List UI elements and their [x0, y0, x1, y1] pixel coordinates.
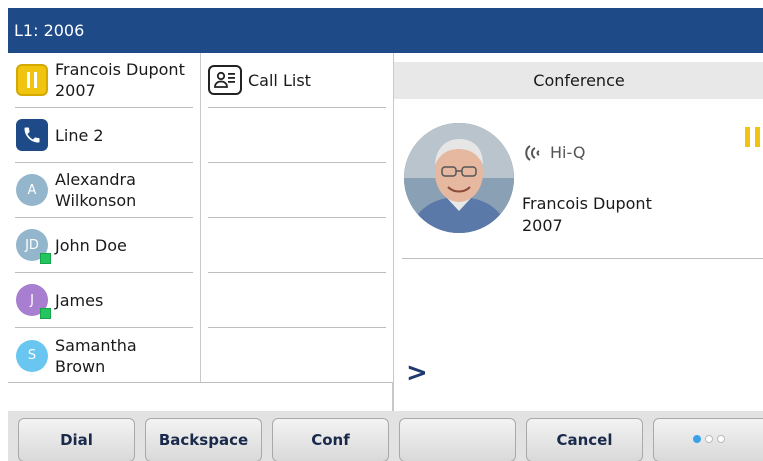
divider	[402, 258, 763, 259]
line-key-number: 2007	[55, 81, 96, 100]
hold-indicator-icon	[745, 127, 763, 147]
more-arrow[interactable]: >	[406, 358, 428, 388]
softkey-bar: Dial Backspace Conf Cancel	[8, 411, 763, 461]
empty-softkey[interactable]	[399, 418, 516, 461]
dial-button[interactable]: Dial	[18, 418, 135, 461]
line-key-held-call[interactable]: Francois Dupont 2007	[15, 53, 193, 108]
line-keys-column: Francois Dupont 2007 Line 2 A Alexandra …	[8, 53, 201, 382]
line-key-line-2[interactable]: Line 2	[15, 108, 193, 163]
empty-key[interactable]	[208, 108, 386, 163]
conf-button[interactable]: Conf	[272, 418, 389, 461]
hold-icon	[15, 63, 49, 97]
line-label: L1: 2006	[14, 21, 85, 40]
presence-available-icon	[40, 308, 51, 319]
caller-name: Francois Dupont	[522, 194, 652, 213]
contact-name-line2: Brown	[55, 356, 106, 376]
avatar: A	[16, 174, 48, 206]
page-indicator	[693, 435, 725, 443]
avatar: JD	[16, 229, 51, 264]
call-list-key[interactable]: Call List	[208, 53, 386, 108]
contacts-list-icon	[208, 65, 242, 95]
cancel-button[interactable]: Cancel	[526, 418, 643, 461]
empty-key[interactable]	[208, 163, 386, 218]
blf-key-james[interactable]: J James	[15, 273, 193, 328]
backspace-button[interactable]: Backspace	[145, 418, 262, 461]
contact-name: Samantha	[55, 335, 137, 355]
line-key-name: Francois Dupont	[55, 60, 185, 79]
call-panel: Conference Hi-Q Francois Dupont 2007 >	[393, 53, 763, 411]
blf-key-john-doe[interactable]: JD John Doe	[15, 218, 193, 273]
phone-icon	[15, 118, 49, 152]
contact-name: John Doe	[55, 235, 127, 255]
presence-available-icon	[40, 253, 51, 264]
page-dot-active	[693, 435, 701, 443]
line-key-label: Line 2	[55, 125, 104, 145]
programmable-keys-column: Call List	[201, 53, 394, 382]
hiq-sound-icon	[525, 144, 540, 161]
status-bar: L1: 2006	[8, 8, 763, 53]
call-list-label: Call List	[248, 70, 311, 90]
contact-name: Alexandra	[55, 170, 136, 189]
contact-name: James	[55, 290, 104, 310]
caller-number: 2007	[522, 216, 563, 235]
call-header: Conference	[394, 62, 763, 99]
page-dot	[705, 435, 713, 443]
blf-key-samantha[interactable]: S Samantha Brown	[15, 328, 193, 383]
hiq-label: Hi-Q	[550, 143, 586, 162]
caller-photo	[404, 123, 514, 233]
bottom-strip	[8, 382, 393, 411]
phone-screen: L1: 2006 Francois Dupont 2007 Line 2 A A…	[8, 8, 763, 461]
empty-key[interactable]	[208, 273, 386, 328]
page-dot	[717, 435, 725, 443]
avatar: S	[16, 339, 48, 372]
hiq-badge: Hi-Q	[522, 143, 585, 162]
empty-key[interactable]	[208, 218, 386, 273]
avatar: J	[16, 284, 51, 319]
contact-name-line2: Wilkonson	[55, 191, 137, 210]
blf-key-alexandra[interactable]: A Alexandra Wilkonson	[15, 163, 193, 218]
